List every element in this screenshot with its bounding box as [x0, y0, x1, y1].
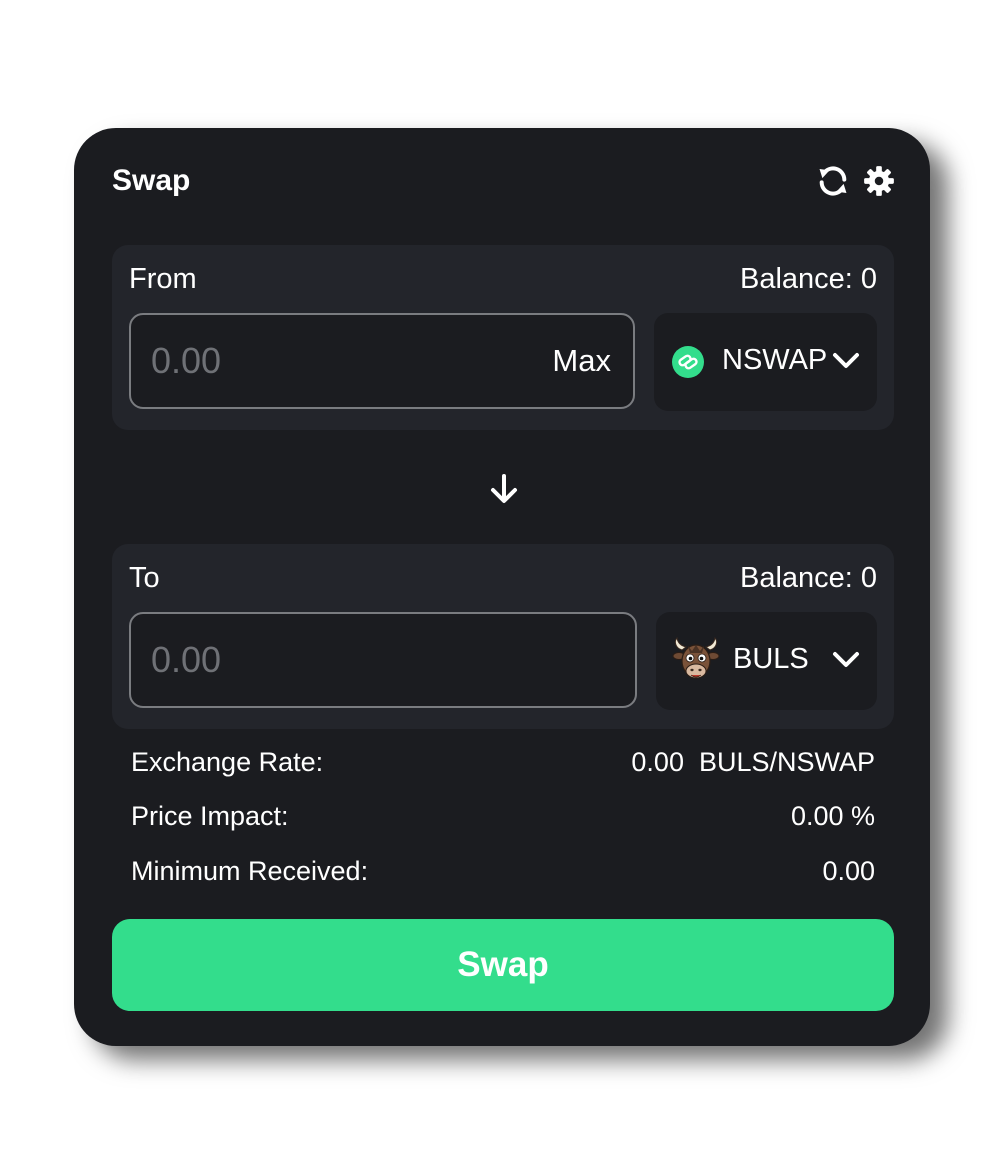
from-balance: Balance: 0 [740, 263, 877, 296]
exchange-rate-label: Exchange Rate: [131, 747, 324, 777]
chevron-down-icon [833, 652, 859, 667]
minimum-received-label: Minimum Received: [131, 856, 369, 886]
from-balance-value: 0 [860, 263, 877, 295]
price-impact-row: Price Impact: 0.00 % [131, 801, 875, 835]
from-balance-label: Balance: [740, 263, 853, 295]
exchange-rate-row: Exchange Rate: 0.00 BULS/NSWAP [131, 747, 875, 781]
to-balance-value: 0 [860, 562, 877, 594]
nswap-token-icon [672, 346, 704, 378]
from-panel: From Balance:0 Max NSWAP [112, 245, 894, 430]
to-panel: To Balance:0 BUL [112, 544, 894, 729]
to-token-symbol: BULS [733, 643, 809, 675]
swap-card: Swap From Balance:0 Max [74, 128, 930, 1046]
gear-icon[interactable] [862, 164, 896, 198]
chevron-down-icon [833, 353, 859, 368]
price-impact-value: 0.00 % [790, 801, 875, 831]
to-amount-box [129, 612, 637, 708]
minimum-received-row: Minimum Received: 0.00 [131, 856, 875, 890]
to-balance-label: Balance: [740, 562, 853, 594]
exchange-rate-value: 0.00 BULS/NSWAP [631, 747, 875, 777]
from-label: From [129, 263, 197, 295]
to-amount-input[interactable] [151, 636, 511, 684]
from-amount-box: Max [129, 313, 635, 409]
price-impact-label: Price Impact: [131, 801, 289, 831]
buls-token-icon [672, 636, 720, 679]
from-amount-input[interactable] [151, 337, 511, 385]
to-label: To [129, 562, 160, 594]
swap-button[interactable]: Swap [112, 919, 894, 1011]
to-token-select[interactable]: BULS [656, 612, 877, 710]
swap-title: Swap [112, 164, 191, 197]
refresh-icon[interactable] [816, 164, 850, 198]
max-button[interactable]: Max [552, 343, 611, 379]
to-balance: Balance: 0 [740, 562, 877, 595]
from-token-symbol: NSWAP [722, 344, 828, 376]
minimum-received-value: 0.00 [822, 856, 875, 886]
from-token-select[interactable]: NSWAP [654, 313, 877, 411]
arrow-down-icon[interactable] [488, 472, 520, 506]
